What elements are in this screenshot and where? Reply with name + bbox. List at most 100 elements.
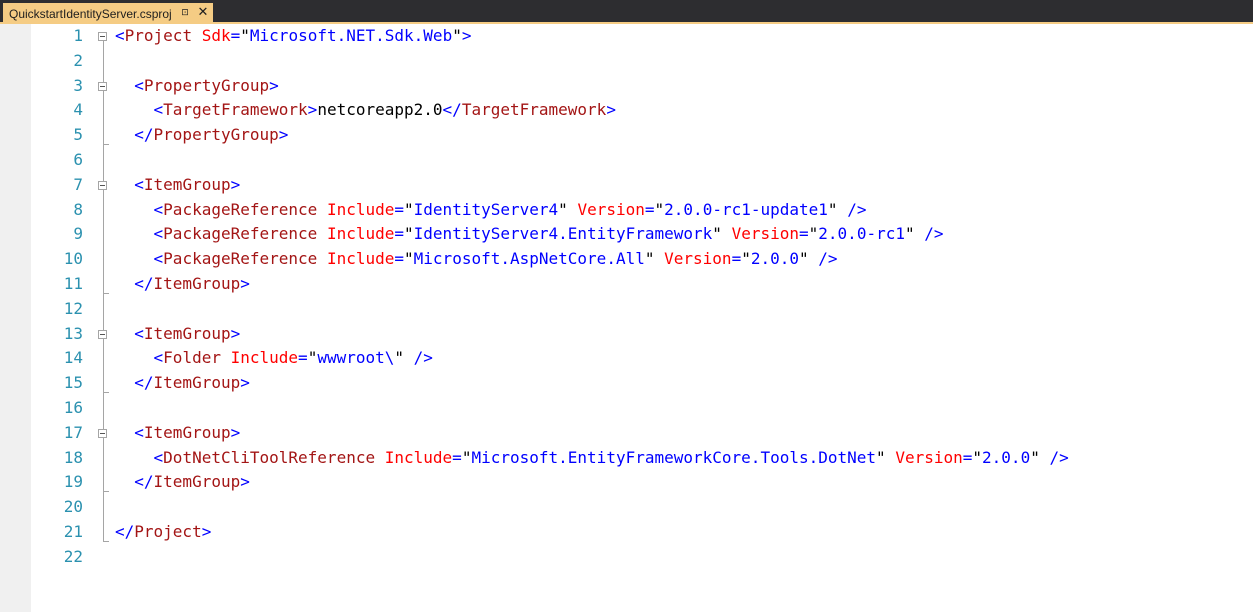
xml-delimiter: <	[153, 348, 164, 368]
line-number: 7	[73, 174, 83, 194]
line-number: 15	[63, 373, 83, 393]
xml-delimiter: <	[134, 174, 144, 194]
xml-delimiter: >	[461, 26, 472, 45]
xml-delimiter: =	[962, 447, 973, 467]
code-line[interactable]: 10 <PackageReference Include="Microsoft.…	[31, 247, 1253, 272]
line-number: 11	[63, 274, 83, 293]
xml-delimiter: <	[153, 100, 164, 120]
code-text: <ItemGroup>	[115, 322, 240, 347]
xml-attribute-name: Include	[326, 199, 395, 219]
xml-delimiter: <	[134, 422, 144, 442]
xml-delimiter: </	[115, 522, 135, 541]
xml-delimiter: <	[153, 447, 164, 467]
line-number: 13	[63, 323, 83, 343]
xml-element-name: Project	[134, 522, 202, 541]
xml-attribute-value: Microsoft.NET.Sdk.Web	[249, 26, 453, 45]
code-line[interactable]: 22	[31, 545, 1253, 570]
collapse-region-icon[interactable]	[98, 329, 107, 339]
code-line[interactable]: 11 </ItemGroup>	[31, 272, 1253, 297]
outline-guide	[103, 338, 104, 392]
code-line[interactable]: 13 <ItemGroup>	[31, 322, 1253, 347]
code-line[interactable]: 19 </ItemGroup>	[31, 470, 1253, 495]
code-line[interactable]: 4 <TargetFramework>netcoreapp2.0</Target…	[31, 98, 1253, 123]
xml-text: "	[307, 348, 318, 368]
code-line[interactable]: 2	[31, 49, 1253, 74]
xml-text: "	[876, 447, 886, 467]
xml-element-name: ItemGroup	[153, 373, 241, 393]
code-text: <ItemGroup>	[115, 173, 240, 198]
code-line[interactable]: 14 <Folder Include="wwwroot\" />	[31, 346, 1253, 371]
outline-guide-end	[103, 144, 109, 145]
xml-text	[722, 224, 732, 243]
code-line[interactable]: 15 </ItemGroup>	[31, 371, 1253, 396]
xml-text	[115, 274, 134, 293]
code-text: </PropertyGroup>	[115, 123, 288, 148]
xml-delimiter: =	[298, 348, 308, 368]
collapse-region-icon[interactable]	[98, 428, 107, 438]
code-line[interactable]: 1 <Project Sdk="Microsoft.NET.Sdk.Web">	[31, 24, 1253, 49]
code-line[interactable]: 8 <PackageReference Include="IdentitySer…	[31, 198, 1253, 223]
xml-delimiter: <	[153, 249, 164, 269]
xml-delimiter: <	[134, 323, 144, 343]
xml-element-name: PackageReference	[163, 199, 318, 219]
code-line[interactable]: 3 <PropertyGroup>	[31, 74, 1253, 99]
xml-delimiter: </	[442, 100, 462, 120]
document-tab-title: QuickstartIdentityServer.csproj	[9, 6, 172, 21]
code-line[interactable]: 6	[31, 148, 1253, 173]
xml-element-name: ItemGroup	[153, 274, 241, 293]
xml-text	[115, 472, 134, 491]
xml-text: "	[904, 224, 915, 244]
xml-element-name: ItemGroup	[143, 323, 231, 343]
collapse-region-icon[interactable]	[98, 180, 107, 190]
xml-delimiter: />	[818, 249, 838, 269]
xml-delimiter: >	[307, 100, 318, 120]
line-number: 21	[63, 522, 83, 541]
xml-text	[115, 200, 154, 219]
xml-element-name: DotNetCliToolReference	[163, 447, 376, 467]
xml-delimiter: />	[924, 224, 944, 244]
code-line[interactable]: 17 <ItemGroup>	[31, 421, 1253, 446]
xml-attribute-value: 2.0.0-rc1	[818, 224, 905, 244]
xml-delimiter: <	[153, 224, 164, 244]
xml-attribute-value: Microsoft.AspNetCore.All	[413, 249, 645, 269]
xml-delimiter: >	[230, 422, 241, 442]
collapse-region-icon[interactable]	[98, 31, 107, 41]
indicator-margin	[0, 24, 31, 612]
outline-guide-end	[103, 540, 109, 542]
xml-delimiter: />	[847, 199, 867, 219]
xml-element-name: PackageReference	[163, 249, 318, 269]
code-line[interactable]: 5 </PropertyGroup>	[31, 123, 1253, 148]
line-number: 1	[73, 26, 83, 45]
line-number: 14	[63, 348, 83, 368]
collapse-region-icon[interactable]	[98, 81, 107, 91]
document-tab[interactable]: QuickstartIdentityServer.csproj ⊡ ✕	[3, 3, 213, 24]
xml-attribute-name: Sdk	[201, 26, 231, 45]
code-line[interactable]: 18 <DotNetCliToolReference Include="Micr…	[31, 446, 1253, 471]
xml-text	[115, 100, 154, 119]
xml-text: "	[452, 26, 462, 45]
code-line[interactable]: 12	[31, 297, 1253, 322]
xml-attribute-value: 2.0.0	[750, 249, 800, 269]
xml-text: "	[1030, 447, 1040, 467]
xml-delimiter: >	[240, 472, 250, 492]
outline-guide	[103, 437, 104, 492]
xml-text	[317, 200, 327, 219]
xml-text	[404, 348, 414, 367]
code-line[interactable]: 7 <ItemGroup>	[31, 173, 1253, 198]
pin-icon[interactable]: ⊡	[179, 7, 191, 19]
xml-text	[886, 448, 896, 467]
xml-delimiter: </	[134, 472, 154, 492]
xml-attribute-value: Microsoft.EntityFrameworkCore.Tools.DotN…	[471, 447, 877, 467]
close-icon[interactable]: ✕	[196, 6, 210, 20]
xml-delimiter: =	[644, 199, 655, 219]
xml-element-name: TargetFramework	[461, 100, 607, 120]
outline-guide	[103, 189, 104, 293]
code-line[interactable]: 20	[31, 495, 1253, 520]
code-editor[interactable]: 1 <Project Sdk="Microsoft.NET.Sdk.Web"> 2 3…	[31, 24, 1253, 612]
xml-delimiter: >	[240, 274, 250, 293]
code-text: <PackageReference Include="Microsoft.Asp…	[115, 247, 838, 272]
code-line[interactable]: 16	[31, 396, 1253, 421]
code-line[interactable]: 9 <PackageReference Include="IdentitySer…	[31, 222, 1253, 247]
code-line[interactable]: 21 </Project>	[31, 520, 1253, 545]
xml-element-name: TargetFramework	[163, 100, 308, 120]
